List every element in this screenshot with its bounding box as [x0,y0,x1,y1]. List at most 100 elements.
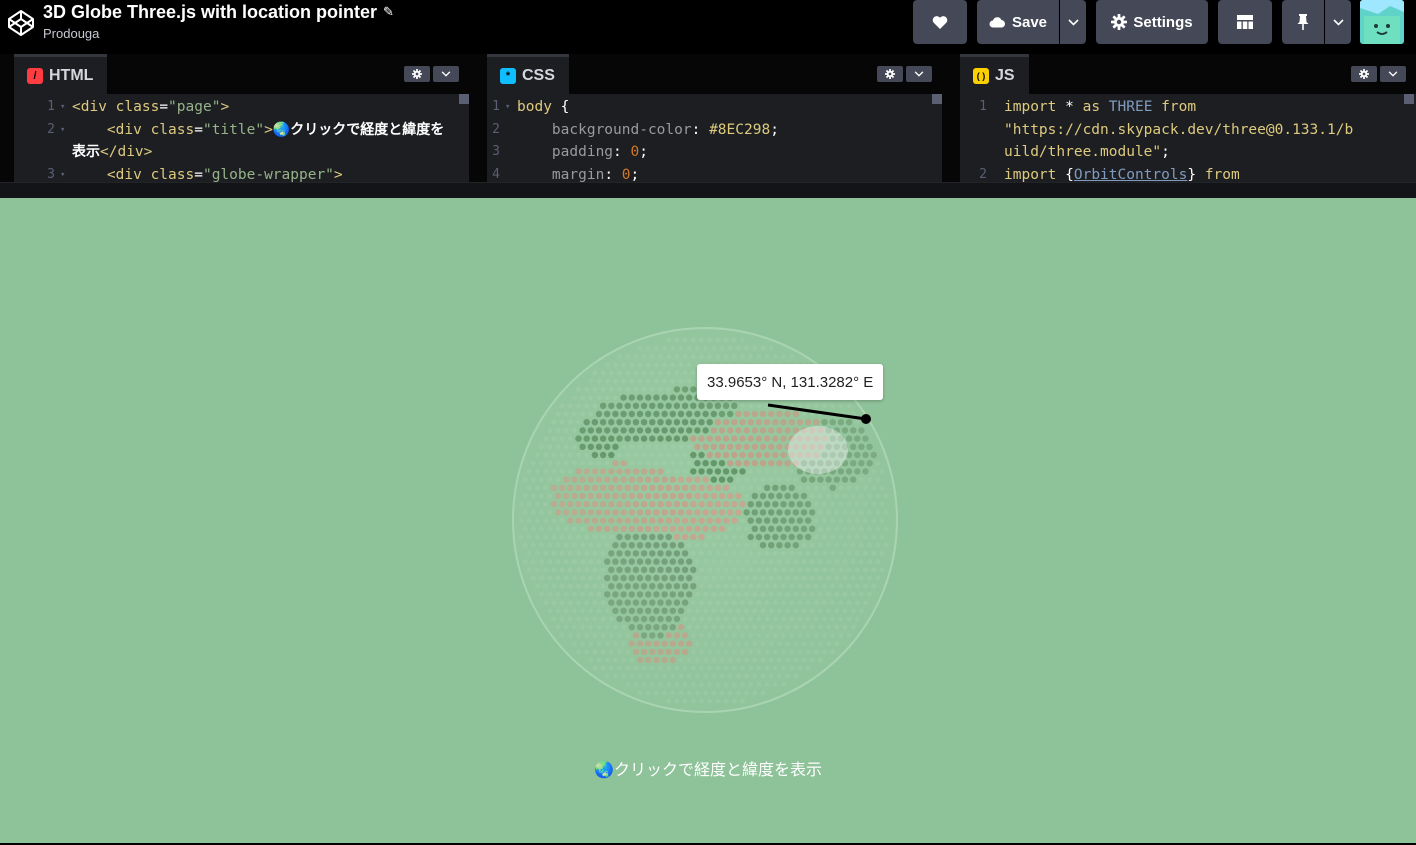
globe-dot [686,427,693,434]
globe-dot [677,394,685,401]
globe-canvas[interactable] [0,198,1416,843]
globe-dot [699,551,704,556]
settings-button[interactable]: Settings [1096,0,1208,44]
globe-dot [608,387,614,392]
globe-dot [580,559,585,564]
globe-dot [768,657,774,663]
globe-dot [690,583,697,590]
globe-dot [645,591,652,598]
globe-dot [681,484,689,491]
change-view-button[interactable] [1218,0,1272,44]
html-scrollbar[interactable] [459,94,469,104]
pen-title[interactable]: 3D Globe Three.js with location pointer [43,2,377,22]
globe-dot [801,575,807,581]
css-editor-header: * CSS [487,54,942,94]
css-settings-button[interactable] [877,66,903,82]
love-button[interactable] [913,0,967,44]
globe-dot [707,600,713,605]
fold-arrow-icon[interactable]: ▾ [58,96,72,119]
edit-pencil-icon[interactable]: ✎ [383,4,394,20]
globe-dot [727,608,733,614]
globe-dot [792,542,799,549]
globe-dot [616,533,623,541]
globe-dot [731,354,737,359]
js-settings-button[interactable] [1351,66,1377,82]
pen-title-block: 3D Globe Three.js with location pointer … [43,2,394,41]
globe-dot [547,542,553,548]
globe-dot [678,460,684,466]
globe-dot [547,526,553,532]
globe-dot [690,566,697,573]
globe-dot [867,493,872,499]
globe-dot [809,509,816,516]
globe-dot [681,419,689,426]
globe-dot [608,451,615,459]
css-scrollbar[interactable] [932,94,942,104]
css-collapse-button[interactable] [906,66,932,82]
globe-dot [567,484,574,491]
globe-dot [703,592,708,597]
globe-dot [755,501,763,508]
globe-dot [744,674,749,679]
pen-author[interactable]: Prodouga [43,26,394,41]
globe-dot [801,657,807,663]
globe-dot [559,436,565,441]
globe-dot [722,484,730,491]
user-avatar[interactable] [1360,0,1404,44]
globe-dot [665,419,672,426]
globe-dot [772,600,778,605]
globe-dot [764,665,770,671]
codepen-logo-icon[interactable] [6,8,36,38]
globe-dot [698,484,705,491]
globe-dot [653,394,660,401]
globe-dot [665,435,672,442]
save-button[interactable]: Save [977,0,1059,44]
tab-html[interactable]: / HTML [14,54,108,94]
globe-dot [673,484,681,491]
globe-dot [797,616,803,622]
globe-dot [764,633,770,638]
globe-dot [555,526,561,532]
globe-dot [714,484,722,491]
js-scrollbar[interactable] [1404,94,1414,104]
globe-dot [740,665,745,671]
html-settings-button[interactable] [404,66,430,82]
globe-dot [649,566,656,573]
fold-arrow-icon[interactable]: ▾ [58,164,72,183]
globe-dot [813,649,819,655]
globe-dot [830,616,836,622]
pin-options-button[interactable] [1325,0,1351,44]
js-code[interactable]: 1 import * as THREE from "https://cdn.sk… [960,94,1416,182]
css-code[interactable]: 1 ▾ body { 2 background-color: #8EC298; 3… [487,94,942,182]
js-collapse-button[interactable] [1380,66,1406,82]
globe-dot [657,501,664,508]
globe-dot [624,501,631,508]
globe-dot [752,477,758,482]
globe-dot [677,574,685,582]
globe-dot [673,632,681,639]
globe-dot [703,624,708,630]
globe-dot [707,567,713,573]
fold-arrow-icon[interactable]: ▾ [503,96,517,119]
globe-dot [759,443,767,450]
editor-resize-handle[interactable] [0,182,1416,198]
globe-dot [818,624,823,630]
globe-dot [800,492,808,500]
globe-dot [850,542,856,548]
pin-button[interactable] [1282,0,1324,44]
globe-dot [805,551,811,556]
fold-arrow-icon[interactable]: ▾ [58,119,72,142]
globe-dot [617,665,622,671]
globe-dot [608,419,615,426]
globe-dot [731,534,737,540]
tab-css[interactable]: * CSS [487,54,569,94]
globe-dot [588,559,594,564]
tab-js[interactable]: ( ) JS [960,54,1029,94]
globe-dot [666,354,672,359]
globe-dot [604,624,610,630]
globe-dot [740,485,745,491]
save-options-button[interactable] [1060,0,1086,44]
html-collapse-button[interactable] [433,66,459,82]
html-code[interactable]: 1 ▾ <div class = "page" > 2 ▾ <div class = "tit… [14,94,469,182]
globe-dot [879,501,885,507]
